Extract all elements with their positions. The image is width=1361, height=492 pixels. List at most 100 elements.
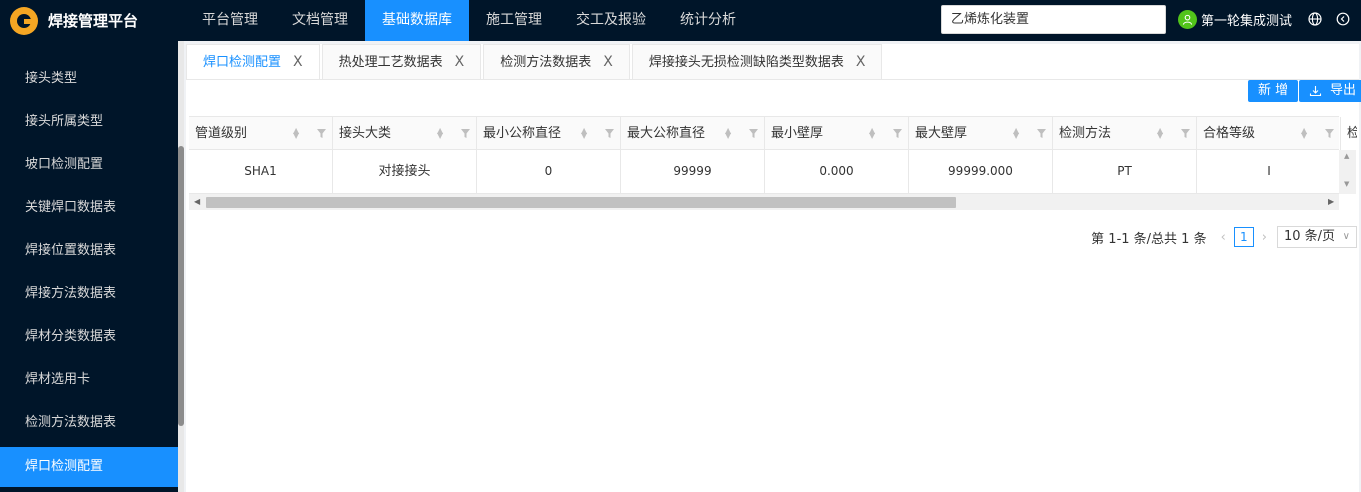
filter-icon[interactable] xyxy=(893,129,902,138)
cell-pass-grade: I xyxy=(1267,164,1271,178)
project-select[interactable]: 乙烯炼化装置 xyxy=(941,5,1166,34)
sidebar-item-weld-method[interactable]: 焊接方法数据表 xyxy=(0,274,178,314)
logout-icon[interactable] xyxy=(1335,11,1351,27)
sidebar-scrollbar[interactable] xyxy=(178,41,184,492)
sidebar-item-material-class[interactable]: 焊材分类数据表 xyxy=(0,317,178,357)
sidebar-item-inspection-method[interactable]: 检测方法数据表 xyxy=(0,403,178,443)
cell-inspection-method: PT xyxy=(1053,150,1197,193)
logo-icon xyxy=(10,6,38,35)
chevron-down-icon: ∨ xyxy=(1342,231,1350,242)
page-size-value: 10 条/页 xyxy=(1284,229,1336,244)
table-vertical-scrollbar[interactable]: ▲ ▼ xyxy=(1339,150,1356,194)
nav-item-documents[interactable]: 文档管理 xyxy=(275,0,365,41)
sidebar-item-key-weld[interactable]: 关键焊口数据表 xyxy=(0,188,178,228)
close-icon[interactable]: X xyxy=(603,45,613,80)
tab-weld-inspection[interactable]: 焊口检测配置 X xyxy=(186,44,320,79)
cell-max-diameter: 99999 xyxy=(621,150,765,193)
globe-icon[interactable] xyxy=(1307,11,1323,27)
filter-icon[interactable] xyxy=(1325,129,1334,138)
sort-icon[interactable]: ▲ ▼ xyxy=(1301,127,1307,140)
sort-icon[interactable]: ▲ ▼ xyxy=(581,127,587,140)
nav-item-handover[interactable]: 交工及报验 xyxy=(559,0,663,41)
sidebar-item-joint-category[interactable]: 接头所属类型 xyxy=(0,102,178,142)
logo[interactable]: 焊接管理平台 xyxy=(0,0,185,41)
sort-icon[interactable]: ▲ ▼ xyxy=(1157,127,1163,140)
export-label: 导出 xyxy=(1330,83,1357,98)
tab-label: 焊口检测配置 xyxy=(203,54,282,70)
sort-icon[interactable]: ▲ ▼ xyxy=(293,127,299,140)
tab-heat-treatment[interactable]: 热处理工艺数据表 X xyxy=(321,44,482,80)
nav-item-base-database[interactable]: 基础数据库 xyxy=(365,0,469,41)
sidebar: 接头类型 接头所属类型 坡口检测配置 关键焊口数据表 焊接位置数据表 焊接方法数… xyxy=(0,41,178,492)
filter-icon[interactable] xyxy=(605,129,614,138)
export-button[interactable]: 导出 xyxy=(1299,80,1361,102)
nav-item-platform[interactable]: 平台管理 xyxy=(185,0,275,41)
pagination-summary: 第 1-1 条/总共 1 条 xyxy=(1091,231,1207,247)
close-icon[interactable]: X xyxy=(293,45,303,80)
column-header-joint-class[interactable]: 接头大类 ▲ ▼ xyxy=(333,117,477,150)
tab-ndt-defect-type[interactable]: 焊接接头无损检测缺陷类型数据表 X xyxy=(631,44,883,80)
data-table: 管道级别 ▲ ▼ 接头大类 ▲ ▼ 最小公称直径 ▲ ▼ 最大公称直径 ▲ ▼ 最小壁厚 xyxy=(189,116,1357,210)
app-title: 焊接管理平台 xyxy=(48,12,139,30)
tab-label: 焊接接头无损检测缺陷类型数据表 xyxy=(648,54,844,70)
next-page-icon[interactable]: › xyxy=(1262,230,1267,245)
tab-label: 热处理工艺数据表 xyxy=(338,54,443,70)
close-icon[interactable]: X xyxy=(856,45,866,80)
user-menu[interactable]: 第一轮集成测试 xyxy=(1178,10,1292,29)
page-button-current[interactable]: 1 xyxy=(1233,227,1254,247)
sort-icon[interactable]: ▲ ▼ xyxy=(869,127,875,140)
filter-icon[interactable] xyxy=(1037,129,1046,138)
pagination: 第 1-1 条/总共 1 条 ‹ 1 › 10 条/页 ∨ xyxy=(1091,226,1357,248)
column-header-max-thickness[interactable]: 最大壁厚 ▲ ▼ xyxy=(909,117,1053,150)
add-button[interactable]: 新 增 xyxy=(1248,80,1299,102)
column-header-max-diameter[interactable]: 最大公称直径 ▲ ▼ xyxy=(621,117,765,150)
sidebar-item-weld-inspection[interactable]: 焊口检测配置 xyxy=(0,447,178,487)
column-header-pipe-grade[interactable]: 管道级别 ▲ ▼ xyxy=(189,117,333,150)
filter-icon[interactable] xyxy=(317,129,326,138)
sort-icon[interactable]: ▲ ▼ xyxy=(725,127,731,140)
content-blank-area xyxy=(186,264,1359,492)
nav-item-construction[interactable]: 施工管理 xyxy=(469,0,559,41)
table-row[interactable]: SHA1 对接接头 0 99999 0.000 99999.000 PT I xyxy=(189,150,1339,194)
prev-page-icon[interactable]: ‹ xyxy=(1221,230,1226,245)
download-icon xyxy=(1309,86,1322,97)
column-header-truncated[interactable]: 检 xyxy=(1341,117,1357,150)
tab-divider xyxy=(186,79,1359,80)
table-horizontal-scrollbar[interactable]: ◀ ▶ xyxy=(189,194,1339,210)
sort-icon[interactable]: ▲ ▼ xyxy=(437,127,443,140)
cell-min-thickness: 0.000 xyxy=(765,150,909,193)
sidebar-scroll-thumb[interactable] xyxy=(178,146,184,426)
scroll-right-icon[interactable]: ▶ xyxy=(1328,197,1334,206)
filter-icon[interactable] xyxy=(461,129,470,138)
filter-icon[interactable] xyxy=(1181,129,1190,138)
column-header-min-diameter[interactable]: 最小公称直径 ▲ ▼ xyxy=(477,117,621,150)
page-size-select[interactable]: 10 条/页 ∨ xyxy=(1277,226,1357,248)
tab-bar: 焊口检测配置 X 热处理工艺数据表 X 检测方法数据表 X 焊接接头无损检测缺陷… xyxy=(186,44,884,79)
sidebar-item-groove-inspection[interactable]: 坡口检测配置 xyxy=(0,145,178,185)
sidebar-item-material-card[interactable]: 焊材选用卡 xyxy=(0,360,178,400)
tab-label: 检测方法数据表 xyxy=(500,54,592,70)
nav-item-statistics[interactable]: 统计分析 xyxy=(663,0,753,41)
top-nav: 平台管理 文档管理 基础数据库 施工管理 交工及报验 统计分析 xyxy=(185,0,753,41)
column-header-min-thickness[interactable]: 最小壁厚 ▲ ▼ xyxy=(765,117,909,150)
sidebar-item-weld-position[interactable]: 焊接位置数据表 xyxy=(0,231,178,271)
filter-icon[interactable] xyxy=(749,129,758,138)
close-icon[interactable]: X xyxy=(455,45,465,80)
user-avatar-icon xyxy=(1178,10,1197,29)
sidebar-item-joint-type[interactable]: 接头类型 xyxy=(0,59,178,99)
tab-inspection-method[interactable]: 检测方法数据表 X xyxy=(483,44,630,79)
column-header-inspection-method[interactable]: 检测方法 ▲ ▼ xyxy=(1053,117,1197,150)
scroll-up-icon[interactable]: ▲ xyxy=(1344,152,1349,160)
scroll-down-icon[interactable]: ▼ xyxy=(1344,180,1349,188)
cell-min-diameter: 0 xyxy=(477,150,621,193)
scroll-left-icon[interactable]: ◀ xyxy=(194,197,200,206)
horizontal-scroll-thumb[interactable] xyxy=(206,197,956,208)
cell-max-thickness: 99999.000 xyxy=(909,150,1053,193)
sort-icon[interactable]: ▲ ▼ xyxy=(1013,127,1019,140)
content-panel: 焊口检测配置 X 热处理工艺数据表 X 检测方法数据表 X 焊接接头无损检测缺陷… xyxy=(186,44,1361,264)
column-header-pass-grade[interactable]: 合格等级 ▲ ▼ xyxy=(1197,117,1341,150)
cell-pipe-grade: SHA1 xyxy=(189,150,333,193)
cell-joint-class: 对接接头 xyxy=(333,150,477,193)
table-header: 管道级别 ▲ ▼ 接头大类 ▲ ▼ 最小公称直径 ▲ ▼ 最大公称直径 ▲ ▼ 最小壁厚 xyxy=(189,116,1357,150)
user-name: 第一轮集成测试 xyxy=(1201,14,1293,29)
